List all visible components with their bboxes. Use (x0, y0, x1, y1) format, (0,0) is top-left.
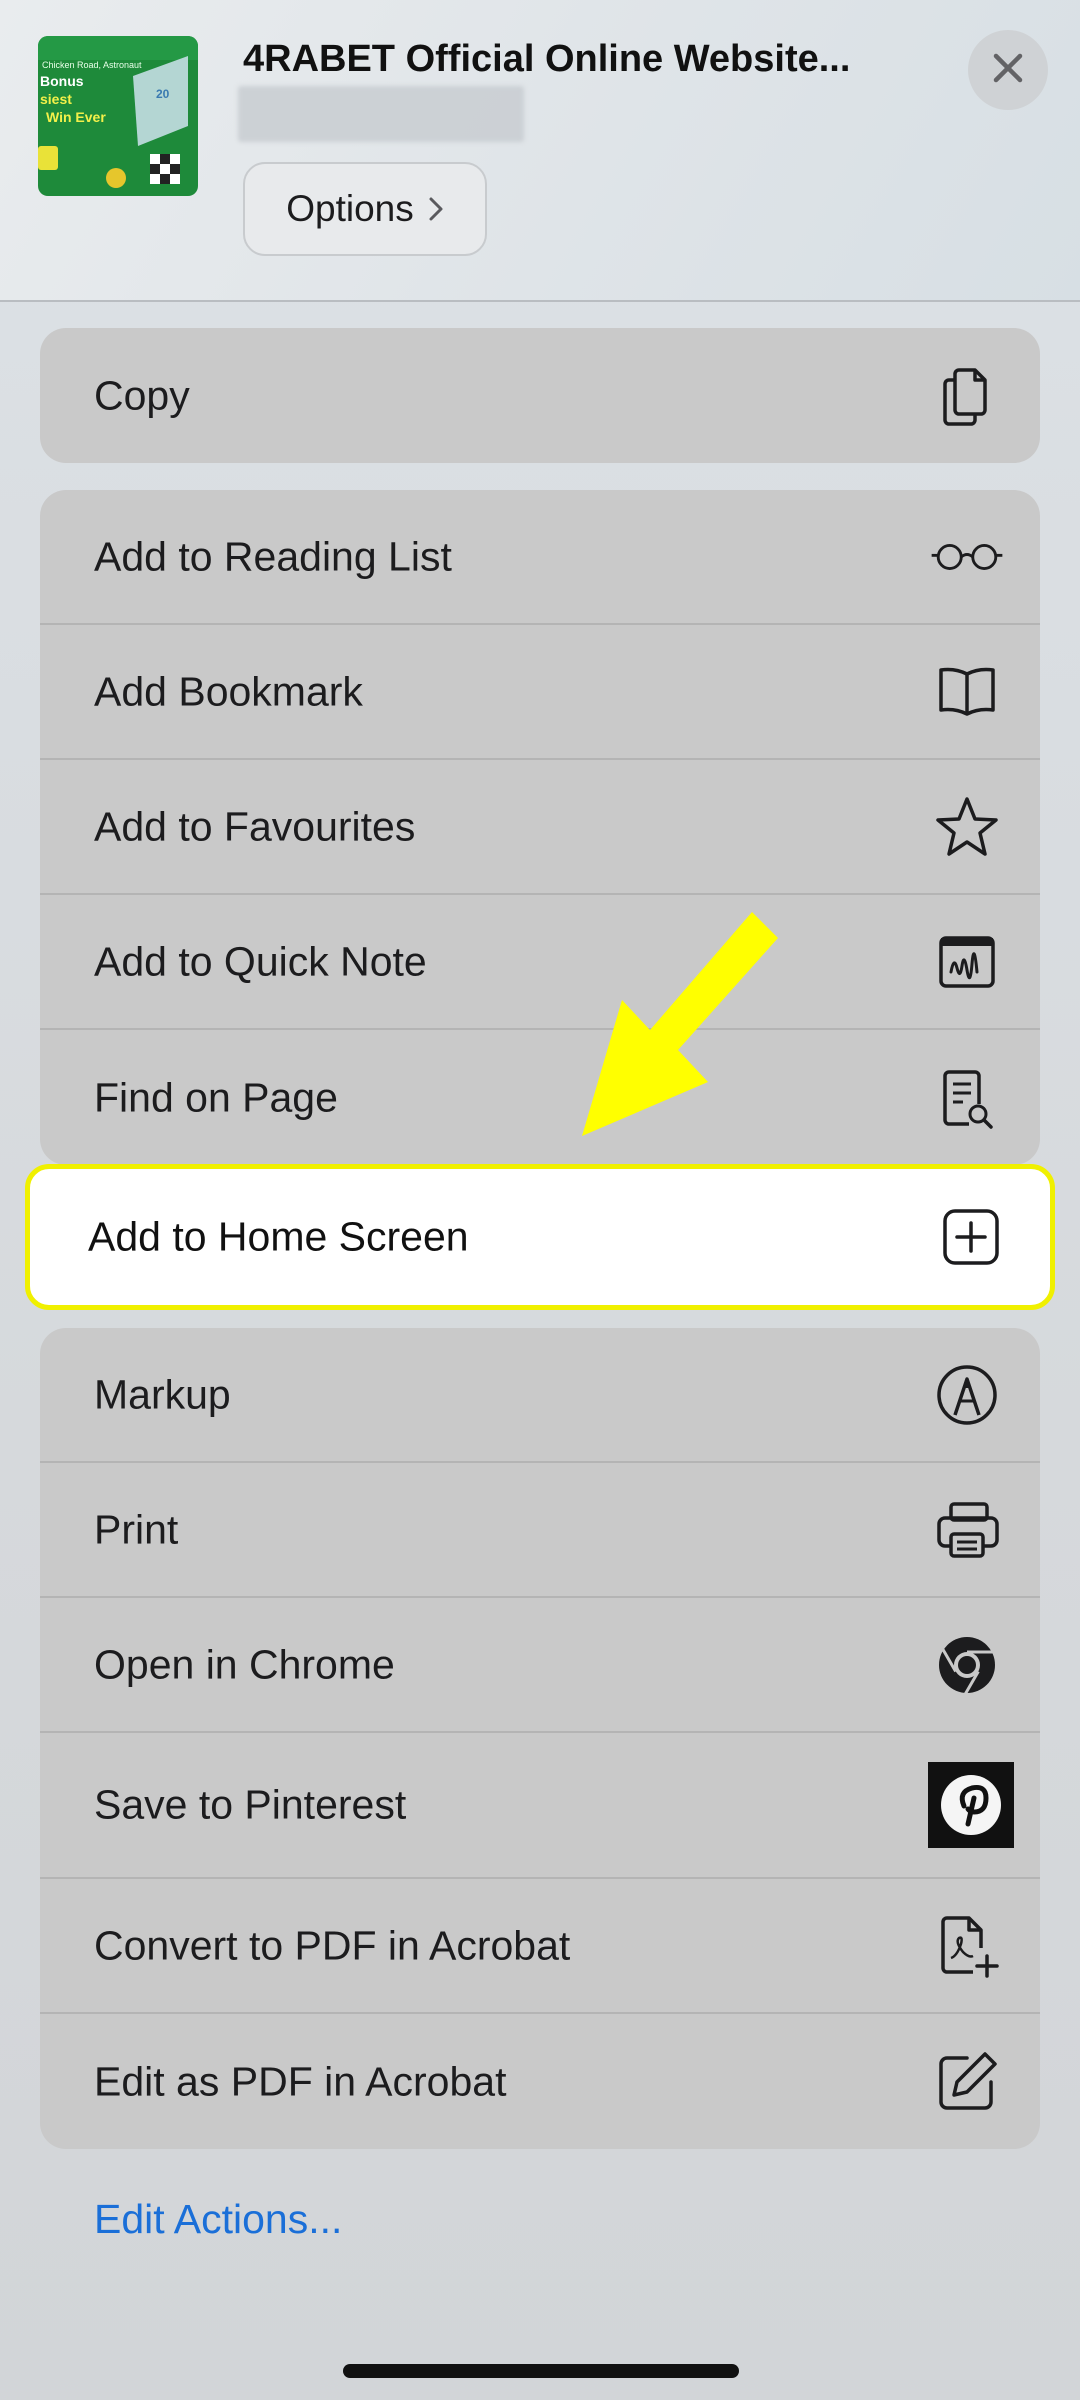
thumb-badge: 20 (156, 87, 170, 101)
thumb-text-1: Chicken Road, Astronaut (42, 60, 142, 70)
close-icon (991, 51, 1025, 90)
plus-square-icon (936, 1202, 1006, 1272)
action-row-edit-as-pdf[interactable]: Edit as PDF in Acrobat (40, 2014, 1040, 2149)
action-label-edit-as-pdf: Edit as PDF in Acrobat (94, 2058, 507, 2104)
action-label-copy: Copy (94, 372, 190, 418)
action-label-favourites: Add to Favourites (94, 803, 416, 849)
action-label-save-to-pinterest: Save to Pinterest (94, 1781, 407, 1828)
action-row-favourites[interactable]: Add to Favourites (40, 760, 1040, 895)
pdf-add-icon (930, 1909, 1004, 1983)
action-row-bookmark[interactable]: Add Bookmark (40, 625, 1040, 760)
thumb-text-4: Win Ever (46, 109, 106, 125)
thumb-text-2: Bonus (40, 73, 84, 89)
action-label-print: Print (94, 1506, 179, 1552)
home-indicator[interactable] (343, 2364, 739, 2378)
edit-actions-link[interactable]: Edit Actions... (94, 2196, 342, 2243)
action-label-add-to-home-screen: Add to Home Screen (88, 1213, 469, 1260)
pinterest-icon (928, 1762, 1014, 1848)
action-group-reading: Add to Reading List Add Bookmark Add to … (40, 490, 1040, 1165)
markup-pen-icon (930, 1358, 1004, 1432)
chrome-icon (930, 1628, 1004, 1702)
action-row-copy[interactable]: Copy (40, 328, 1040, 463)
action-row-print[interactable]: Print (40, 1463, 1040, 1598)
blurred-url (238, 86, 524, 142)
action-row-add-to-home-screen[interactable]: Add to Home Screen (25, 1164, 1055, 1310)
action-row-open-in-chrome[interactable]: Open in Chrome (40, 1598, 1040, 1733)
close-button[interactable] (968, 30, 1048, 110)
action-row-find-on-page[interactable]: Find on Page (40, 1030, 1040, 1165)
action-row-markup[interactable]: Markup (40, 1328, 1040, 1463)
site-thumbnail: Chicken Road, Astronaut Bonus siest Win … (38, 36, 198, 196)
chevron-right-icon (428, 196, 444, 222)
options-button[interactable]: Options (243, 162, 487, 256)
glasses-icon (930, 520, 1004, 594)
action-label-open-in-chrome: Open in Chrome (94, 1641, 395, 1687)
action-row-save-to-pinterest[interactable]: Save to Pinterest (40, 1733, 1040, 1879)
action-label-quick-note: Add to Quick Note (94, 938, 427, 984)
printer-icon (930, 1493, 1004, 1567)
thumb-text-3: siest (40, 91, 72, 107)
book-icon (930, 655, 1004, 729)
copy-icon (930, 359, 1004, 433)
site-title: 4RABET Official Online Website... (243, 38, 851, 80)
share-sheet-header: Chicken Road, Astronaut Bonus siest Win … (0, 0, 1080, 302)
action-label-bookmark: Add Bookmark (94, 668, 363, 714)
options-label: Options (286, 188, 414, 229)
action-label-markup: Markup (94, 1371, 231, 1417)
action-label-reading-list: Add to Reading List (94, 533, 452, 579)
edit-square-icon (930, 2045, 1004, 2119)
action-row-quick-note[interactable]: Add to Quick Note (40, 895, 1040, 1030)
find-document-icon (930, 1061, 1004, 1135)
star-icon (930, 790, 1004, 864)
action-label-find-on-page: Find on Page (94, 1074, 338, 1120)
quick-note-icon (930, 925, 1004, 999)
annotation-arrow-icon (560, 890, 780, 1150)
action-label-convert-to-pdf: Convert to PDF in Acrobat (94, 1922, 571, 1968)
action-group-extensions: Markup Print Open in Chrome Save to Pint… (40, 1328, 1040, 2149)
action-row-reading-list[interactable]: Add to Reading List (40, 490, 1040, 625)
action-row-convert-to-pdf[interactable]: Convert to PDF in Acrobat (40, 1879, 1040, 2014)
action-group-copy: Copy (40, 328, 1040, 463)
